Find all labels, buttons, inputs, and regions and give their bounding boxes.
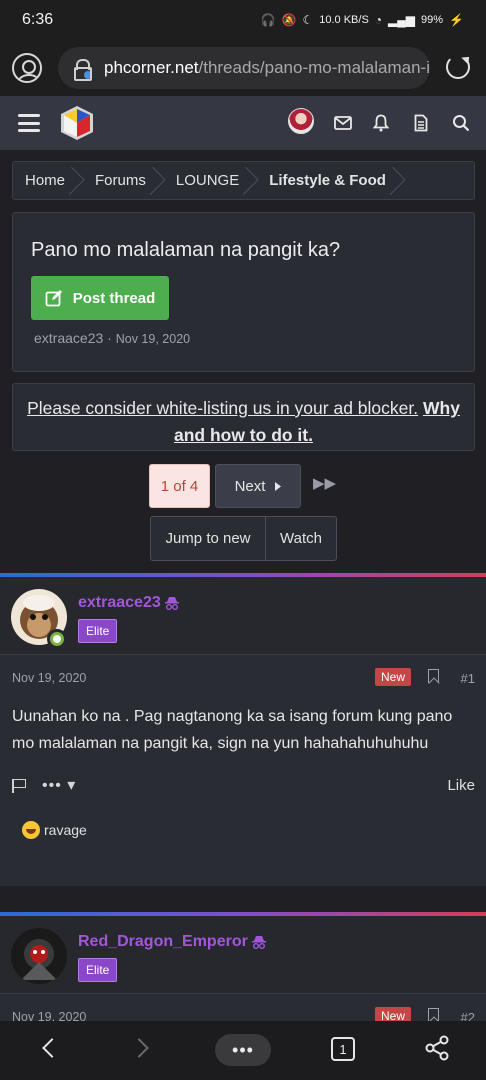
thread-author[interactable]: extraace23 bbox=[34, 330, 103, 346]
status-time: 6:36 bbox=[22, 11, 54, 28]
meta-separator: · bbox=[107, 330, 112, 346]
forward-icon[interactable] bbox=[129, 1038, 149, 1058]
post-number[interactable]: #1 bbox=[461, 671, 475, 686]
post-username[interactable]: extraace23 bbox=[78, 594, 179, 612]
post-body: Uunahan ko na . Pag nagtanong ka sa isan… bbox=[12, 708, 453, 752]
last-page-icon[interactable]: ▶▶ bbox=[313, 474, 336, 492]
bell-icon[interactable] bbox=[368, 110, 394, 136]
thread-meta: extraace23 · Nov 19, 2020 bbox=[34, 330, 190, 346]
battery-level: 99% bbox=[421, 14, 444, 26]
more-options-icon[interactable]: ••• ▾ bbox=[42, 775, 76, 795]
thread-header: Pano mo malalaman na pangit ka? Post thr… bbox=[12, 212, 475, 372]
edit-icon bbox=[45, 290, 62, 307]
browser-bar: phcorner.net/threads/pano-mo-malalaman-i bbox=[0, 40, 486, 96]
breadcrumb-lounge[interactable]: LOUNGE bbox=[164, 162, 257, 199]
post-actions: ••• ▾ Like bbox=[0, 757, 486, 807]
post-author: Red_Dragon_Emperor Elite bbox=[0, 916, 486, 994]
signal-icon: ▂▄▆ bbox=[388, 13, 416, 27]
user-avatar[interactable] bbox=[288, 108, 314, 134]
tabs-button[interactable]: 1 bbox=[331, 1037, 355, 1061]
site-info-icon[interactable] bbox=[72, 57, 92, 81]
menu-button[interactable]: ••• bbox=[215, 1034, 271, 1066]
status-icons: 🎧 🔕 ☾ 10.0 KB/S ◔ ▂▄▆ 99% ⚡ bbox=[261, 13, 464, 27]
watch-button[interactable]: Watch bbox=[266, 517, 336, 560]
caret-right-icon bbox=[275, 481, 282, 491]
post-thread-label: Post thread bbox=[72, 289, 156, 307]
headset-icon: 🎧 bbox=[260, 13, 276, 27]
site-header bbox=[0, 96, 486, 150]
net-speed: 10.0 KB/S bbox=[319, 14, 369, 26]
post-avatar[interactable] bbox=[11, 928, 67, 984]
breadcrumb: Home Forums LOUNGE Lifestyle & Food bbox=[12, 161, 475, 200]
mute-icon: 🔕 bbox=[281, 13, 297, 27]
page-next-label: Next bbox=[234, 477, 266, 495]
post-meta: Nov 19, 2020 New #1 bbox=[0, 655, 486, 699]
share-icon[interactable] bbox=[424, 1035, 450, 1061]
thread-title: Pano mo malalaman na pangit ka? bbox=[31, 239, 341, 261]
post-username[interactable]: Red_Dragon_Emperor bbox=[78, 933, 266, 951]
reload-icon[interactable] bbox=[446, 55, 470, 79]
bookmark-icon[interactable] bbox=[428, 669, 439, 683]
menu-icon[interactable] bbox=[18, 114, 40, 132]
adblock-notice: Please consider white-listing us in your… bbox=[12, 383, 475, 451]
moon-icon: ☾ bbox=[302, 13, 314, 27]
bookmark-icon[interactable] bbox=[428, 1008, 439, 1022]
thread-buttons: Jump to new Watch bbox=[150, 516, 337, 561]
page-current[interactable]: 1 of 4 bbox=[149, 464, 210, 508]
account-icon[interactable] bbox=[12, 53, 42, 83]
browser-bottom-nav: ••• 1 bbox=[0, 1021, 486, 1080]
url-text[interactable]: phcorner.net/threads/pano-mo-malalaman-i bbox=[104, 58, 430, 78]
post-2: Red_Dragon_Emperor Elite Nov 19, 2020 Ne… bbox=[0, 912, 486, 1027]
breadcrumb-lifestyle-food[interactable]: Lifestyle & Food bbox=[257, 162, 404, 199]
post-1: extraace23 Elite Nov 19, 2020 New #1 Uun… bbox=[0, 573, 486, 886]
new-badge: New bbox=[375, 668, 412, 686]
adblock-notice-text[interactable]: Please consider white-listing us in your… bbox=[27, 398, 418, 418]
document-icon[interactable] bbox=[408, 110, 434, 136]
laugh-reaction-icon bbox=[22, 821, 40, 839]
reaction-user[interactable]: ravage bbox=[44, 822, 87, 838]
breadcrumb-forums[interactable]: Forums bbox=[83, 162, 164, 199]
flag-icon[interactable] bbox=[12, 779, 26, 793]
online-status-icon bbox=[47, 629, 67, 649]
post-date[interactable]: Nov 19, 2020 bbox=[12, 671, 86, 685]
thread-date[interactable]: Nov 19, 2020 bbox=[116, 332, 190, 346]
charging-icon: ⚡ bbox=[449, 13, 464, 27]
jump-to-new-button[interactable]: Jump to new bbox=[151, 517, 266, 560]
mail-icon[interactable] bbox=[330, 110, 356, 136]
user-rank-badge: Elite bbox=[78, 958, 118, 982]
wifi-icon: ◔ bbox=[374, 13, 383, 27]
incognito-icon bbox=[251, 936, 266, 949]
reactions-bar[interactable]: ravage bbox=[0, 807, 486, 853]
post-author: extraace23 Elite bbox=[0, 577, 486, 655]
page-next-button[interactable]: Next bbox=[215, 464, 301, 508]
address-bar[interactable]: phcorner.net/threads/pano-mo-malalaman-i bbox=[58, 47, 430, 89]
back-icon[interactable] bbox=[42, 1038, 62, 1058]
search-icon[interactable] bbox=[448, 110, 474, 136]
post-thread-button[interactable]: Post thread bbox=[31, 276, 169, 320]
like-button[interactable]: Like bbox=[447, 777, 475, 794]
site-logo[interactable] bbox=[58, 104, 96, 142]
incognito-icon bbox=[164, 597, 179, 610]
status-bar: 6:36 🎧 🔕 ☾ 10.0 KB/S ◔ ▂▄▆ 99% ⚡ bbox=[0, 0, 486, 40]
breadcrumb-home[interactable]: Home bbox=[13, 162, 83, 199]
user-rank-badge: Elite bbox=[78, 619, 118, 643]
